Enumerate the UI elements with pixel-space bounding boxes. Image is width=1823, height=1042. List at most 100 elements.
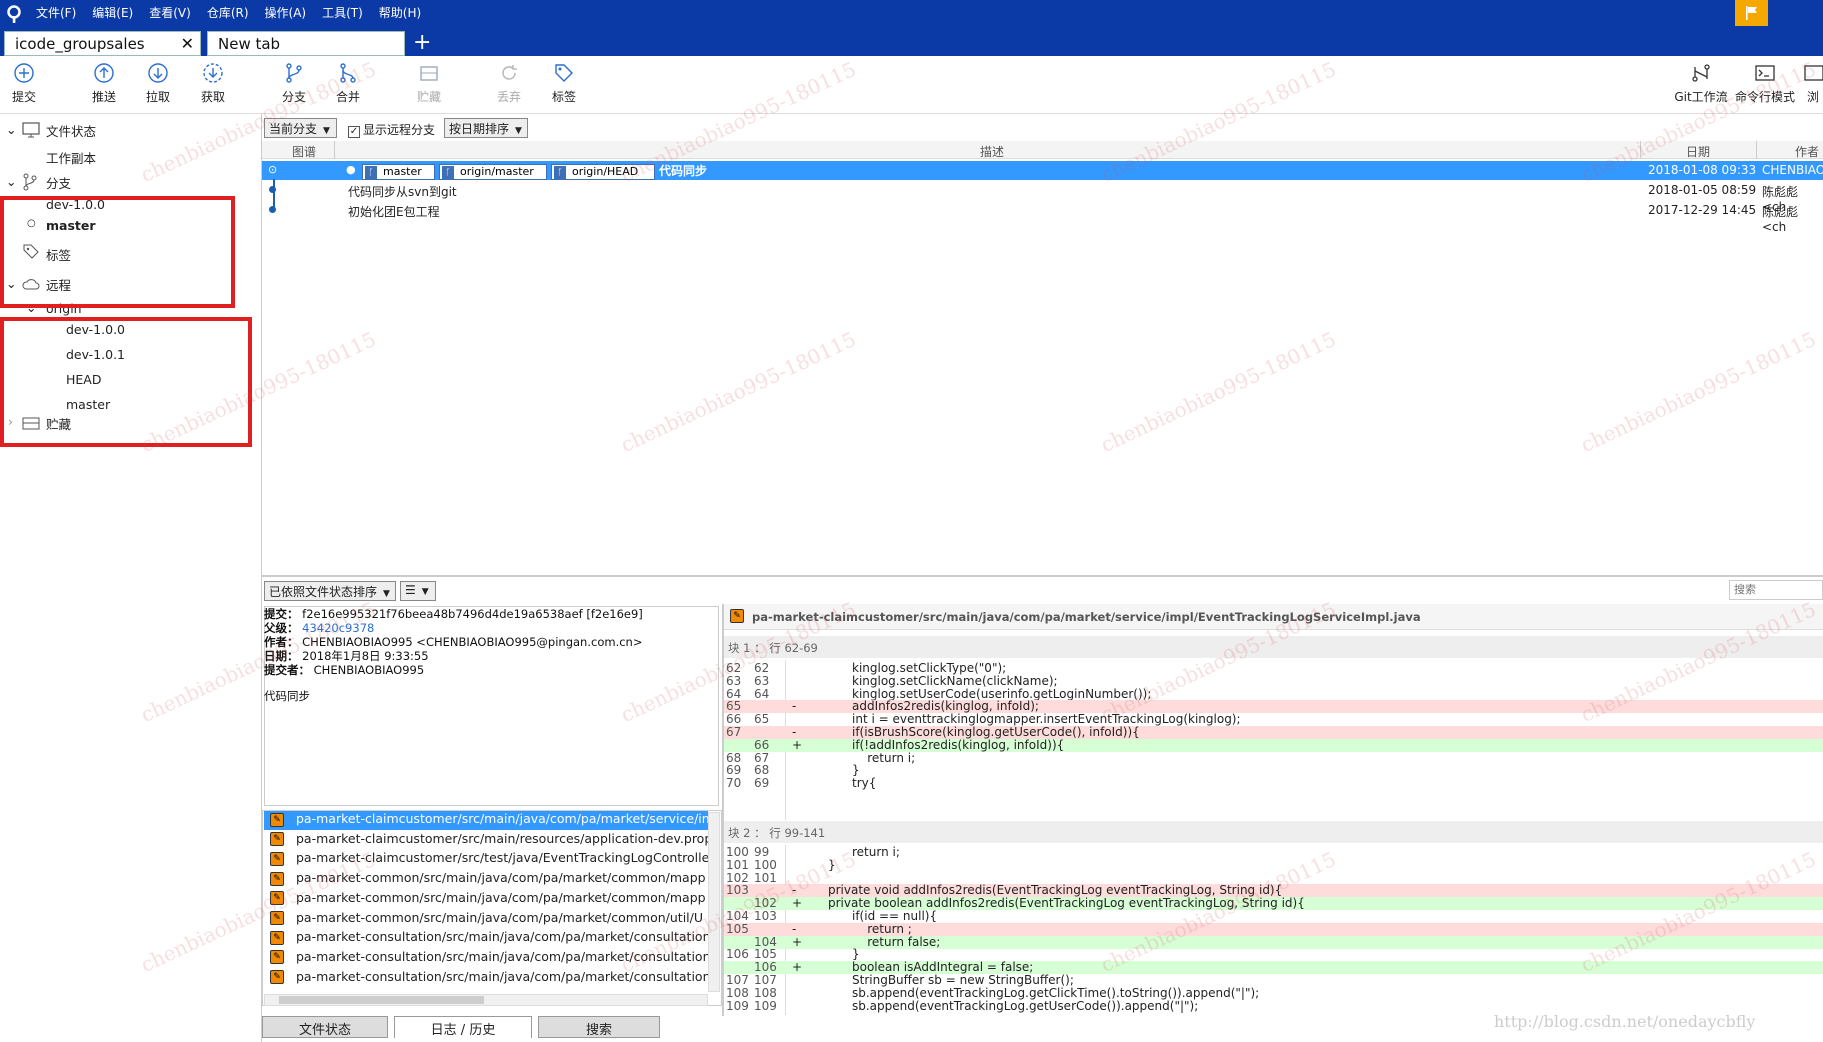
sidebar-file-status-header[interactable]: 文件状态 xyxy=(46,121,96,140)
tab-label: New tab xyxy=(218,35,281,53)
modified-file-icon: ✎ xyxy=(270,871,284,886)
merge-icon xyxy=(340,63,356,83)
branch-tag-origin-master[interactable]: ᚴ origin/master xyxy=(439,164,547,180)
checkbox-checked-icon: ✓ xyxy=(348,126,360,138)
commit-row[interactable]: ⊙ ● ᚴ master ᚴ origin/master ᚴ origin/HEAD 代码同… xyxy=(262,161,1823,180)
modified-file-icon: ✎ xyxy=(270,970,284,985)
view-mode-dropdown[interactable]: ☰ ▼ xyxy=(400,581,436,601)
changed-file-row[interactable]: ✎ pa-market-common/src/main/java/com/pa/m… xyxy=(264,890,708,909)
new-line-number: 69 xyxy=(754,776,770,791)
diff-code: sb.append(eventTrackingLog.getClickTime(… xyxy=(852,985,1260,1000)
file-sort-value: 已依照文件状态排序 xyxy=(269,585,378,599)
discard-button[interactable]: 丢弃 xyxy=(485,62,533,105)
highlight-box-branches xyxy=(0,196,235,308)
close-tab-icon[interactable]: ✕ xyxy=(181,34,194,53)
diff-sign: + xyxy=(792,737,803,752)
head-node-icon: ● xyxy=(346,163,356,176)
sort-order-dropdown[interactable]: 按日期排序 ▼ xyxy=(444,118,528,138)
pull-button[interactable]: 拉取 xyxy=(134,62,182,105)
stash-button[interactable]: 贮藏 xyxy=(405,62,453,105)
diff-line: 109 109 sb.append(eventTrackingLog.getUser… xyxy=(724,999,1823,1013)
stash-icon xyxy=(420,66,438,81)
browse-icon xyxy=(1804,65,1823,81)
changed-file-row[interactable]: ✎ pa-market-consultation/src/main/java/co… xyxy=(264,949,708,968)
changed-file-row[interactable]: ✎ pa-market-claimcustomer/src/main/resour… xyxy=(264,831,708,850)
tag-label: origin/master xyxy=(460,165,534,178)
chevron-down-icon: ▼ xyxy=(515,126,522,136)
tag-icon xyxy=(555,64,573,82)
menu-item[interactable]: 查看(V) xyxy=(149,4,191,21)
chevron-down-icon: ▼ xyxy=(383,589,390,599)
changed-file-row[interactable]: ✎ pa-market-common/src/main/java/com/pa/m… xyxy=(264,910,708,929)
menu-item[interactable]: 操作(A) xyxy=(265,4,307,21)
tab-file-status[interactable]: 文件状态 xyxy=(262,1016,388,1038)
menu-item[interactable]: 帮助(H) xyxy=(379,4,421,21)
column-graph[interactable]: 图谱 xyxy=(292,143,316,160)
old-line-number: 108 xyxy=(726,985,749,1000)
parent-link[interactable]: 43420c9378 xyxy=(302,621,374,635)
pane-splitter[interactable] xyxy=(262,575,1823,577)
tag-label: origin/HEAD xyxy=(572,165,639,178)
tag-label: master xyxy=(383,165,422,178)
branch-button[interactable]: 分支 xyxy=(270,62,318,105)
tab-bar: icode_groupsales ✕ New tab + xyxy=(0,28,1823,56)
new-tab-plus-icon[interactable]: + xyxy=(413,30,431,55)
column-description[interactable]: 描述 xyxy=(980,143,1004,160)
push-button[interactable]: 推送 xyxy=(80,62,128,105)
branch-tag-origin-head[interactable]: ᚴ origin/HEAD xyxy=(551,164,655,180)
browse-button[interactable]: 浏 xyxy=(1803,62,1823,105)
modified-file-icon: ✎ xyxy=(270,812,284,827)
tab-label: 搜索 xyxy=(585,1023,612,1038)
diff-code: try{ xyxy=(852,776,877,791)
merge-button[interactable]: 合并 xyxy=(324,62,372,105)
changed-file-row[interactable]: ✎ pa-market-claimcustomer/src/main/java/c… xyxy=(264,811,708,830)
diff-sign: - xyxy=(792,921,797,936)
sidebar-item-working-copy[interactable]: 工作副本 xyxy=(46,148,96,167)
file-list-vertical-scrollbar[interactable] xyxy=(708,812,720,992)
title-bar: 文件(F) 编辑(E) 查看(V) 仓库(R) 操作(A) 工具(T) 帮助(H) xyxy=(0,0,1823,28)
branch-label: 分支 xyxy=(281,90,306,104)
tab-log-history[interactable]: 日志 / 历史 xyxy=(394,1016,532,1038)
changed-file-row[interactable]: ✎ pa-market-consultation/src/main/java/co… xyxy=(264,929,708,948)
notification-flag-icon[interactable] xyxy=(1735,0,1768,26)
changed-file-row[interactable]: ✎ pa-market-common/src/main/java/com/pa/m… xyxy=(264,870,708,889)
tab-label: 日志 / 历史 xyxy=(430,1023,496,1038)
tab-new[interactable]: New tab xyxy=(207,31,405,56)
changed-file-row[interactable]: ✎ pa-market-consultation/src/main/java/co… xyxy=(264,969,708,988)
sidebar-branches-header[interactable]: 分支 xyxy=(46,173,71,192)
scroll-thumb[interactable] xyxy=(279,996,484,1004)
commit-button[interactable]: 提交 xyxy=(0,62,48,105)
menu-item[interactable]: 仓库(R) xyxy=(207,4,249,21)
chevron-down-icon: ▼ xyxy=(323,126,330,136)
gitflow-button[interactable]: Git工作流 xyxy=(1672,62,1730,105)
file-status-expand-chevron-icon[interactable]: ⌄ xyxy=(6,122,16,137)
menu-item[interactable]: 编辑(E) xyxy=(92,4,133,21)
menu-item[interactable]: 文件(F) xyxy=(36,4,76,21)
diff-line: 70 69 try{ xyxy=(724,777,1823,790)
show-remote-branches-checkbox[interactable]: ✓ 显示远程分支 xyxy=(348,121,435,138)
branch-tag-master[interactable]: ᚴ master xyxy=(362,164,435,180)
branch-filter-dropdown[interactable]: 当前分支 ▼ xyxy=(264,118,337,138)
graph-node-icon xyxy=(269,186,276,193)
commit-row[interactable]: 代码同步从svn到git 2018-01-05 08:59 陈彪彪 <ch xyxy=(262,181,1823,214)
new-line-number: 103 xyxy=(754,909,777,923)
fetch-button[interactable]: 获取 xyxy=(189,62,237,105)
changed-file-row[interactable]: ✎ pa-market-claimcustomer/src/test/java/E… xyxy=(264,850,708,869)
diff-line: 101 100} xyxy=(724,858,1823,872)
modified-file-icon: ✎ xyxy=(730,609,744,623)
search-input[interactable] xyxy=(1729,580,1823,600)
menu-item[interactable]: 工具(T) xyxy=(322,4,363,21)
commit-row[interactable]: 初始化团E包工程 2017-12-29 14:45 陈彪彪 <ch xyxy=(262,201,1823,234)
branches-expand-chevron-icon[interactable]: ⌄ xyxy=(6,174,16,189)
committer-label: 提交者： xyxy=(264,663,310,677)
column-author[interactable]: 作者 xyxy=(1795,143,1819,160)
column-date[interactable]: 日期 xyxy=(1686,143,1710,160)
tab-search[interactable]: 搜索 xyxy=(538,1016,660,1038)
tab-icode-groupsales[interactable]: icode_groupsales ✕ xyxy=(4,31,201,56)
tag-button[interactable]: 标签 xyxy=(540,62,588,105)
tab-label: icode_groupsales xyxy=(15,35,145,53)
file-sort-dropdown[interactable]: 已依照文件状态排序 ▼ xyxy=(264,581,396,601)
file-list-horizontal-scrollbar[interactable] xyxy=(264,994,708,1006)
terminal-button[interactable]: 命令行模式 xyxy=(1733,62,1797,105)
file-path: pa-market-consultation/src/main/java/com… xyxy=(296,948,708,964)
